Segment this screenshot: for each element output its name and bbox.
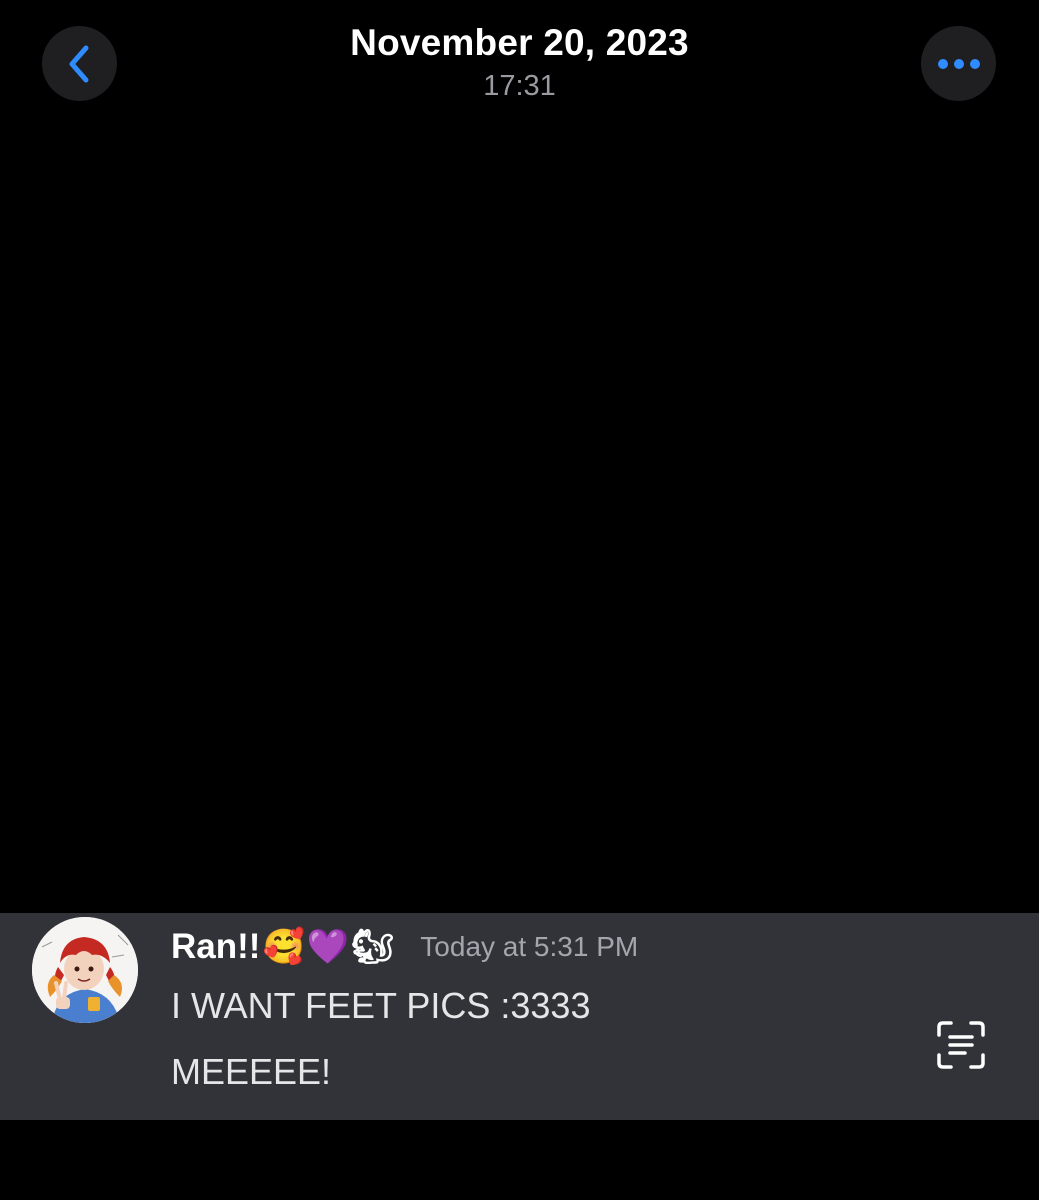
- viewer-header: November 20, 2023 17:31: [0, 0, 1039, 120]
- purple-heart-emoji-icon: 💜: [306, 927, 350, 967]
- header-date: November 20, 2023: [350, 22, 689, 63]
- text-scan-button[interactable]: [935, 1019, 987, 1071]
- message-timestamp: Today at 5:31 PM: [420, 931, 639, 962]
- image-viewer-screen: November 20, 2023 17:31 Ran!! 🥰 💜 🐿 Toda…: [0, 0, 1039, 1200]
- message-line: I WANT FEET PICS :3333: [171, 985, 591, 1026]
- username[interactable]: Ran!! 🥰 💜 🐿: [171, 927, 394, 967]
- chipmunk-emoji-icon: 🐿: [351, 927, 395, 967]
- more-options-button[interactable]: [921, 26, 996, 101]
- header-time: 17:31: [483, 70, 556, 102]
- username-text: Ran!!: [171, 927, 261, 966]
- smiling-hearts-emoji-icon: 🥰: [262, 927, 305, 967]
- message-header: Ran!! 🥰 💜 🐿 Today at 5:31 PM: [171, 922, 638, 972]
- message-line: MEEEEE!: [171, 1051, 332, 1092]
- user-avatar[interactable]: [32, 917, 138, 1023]
- text-scan-icon: [937, 1021, 985, 1069]
- ellipsis-icon: [937, 58, 980, 69]
